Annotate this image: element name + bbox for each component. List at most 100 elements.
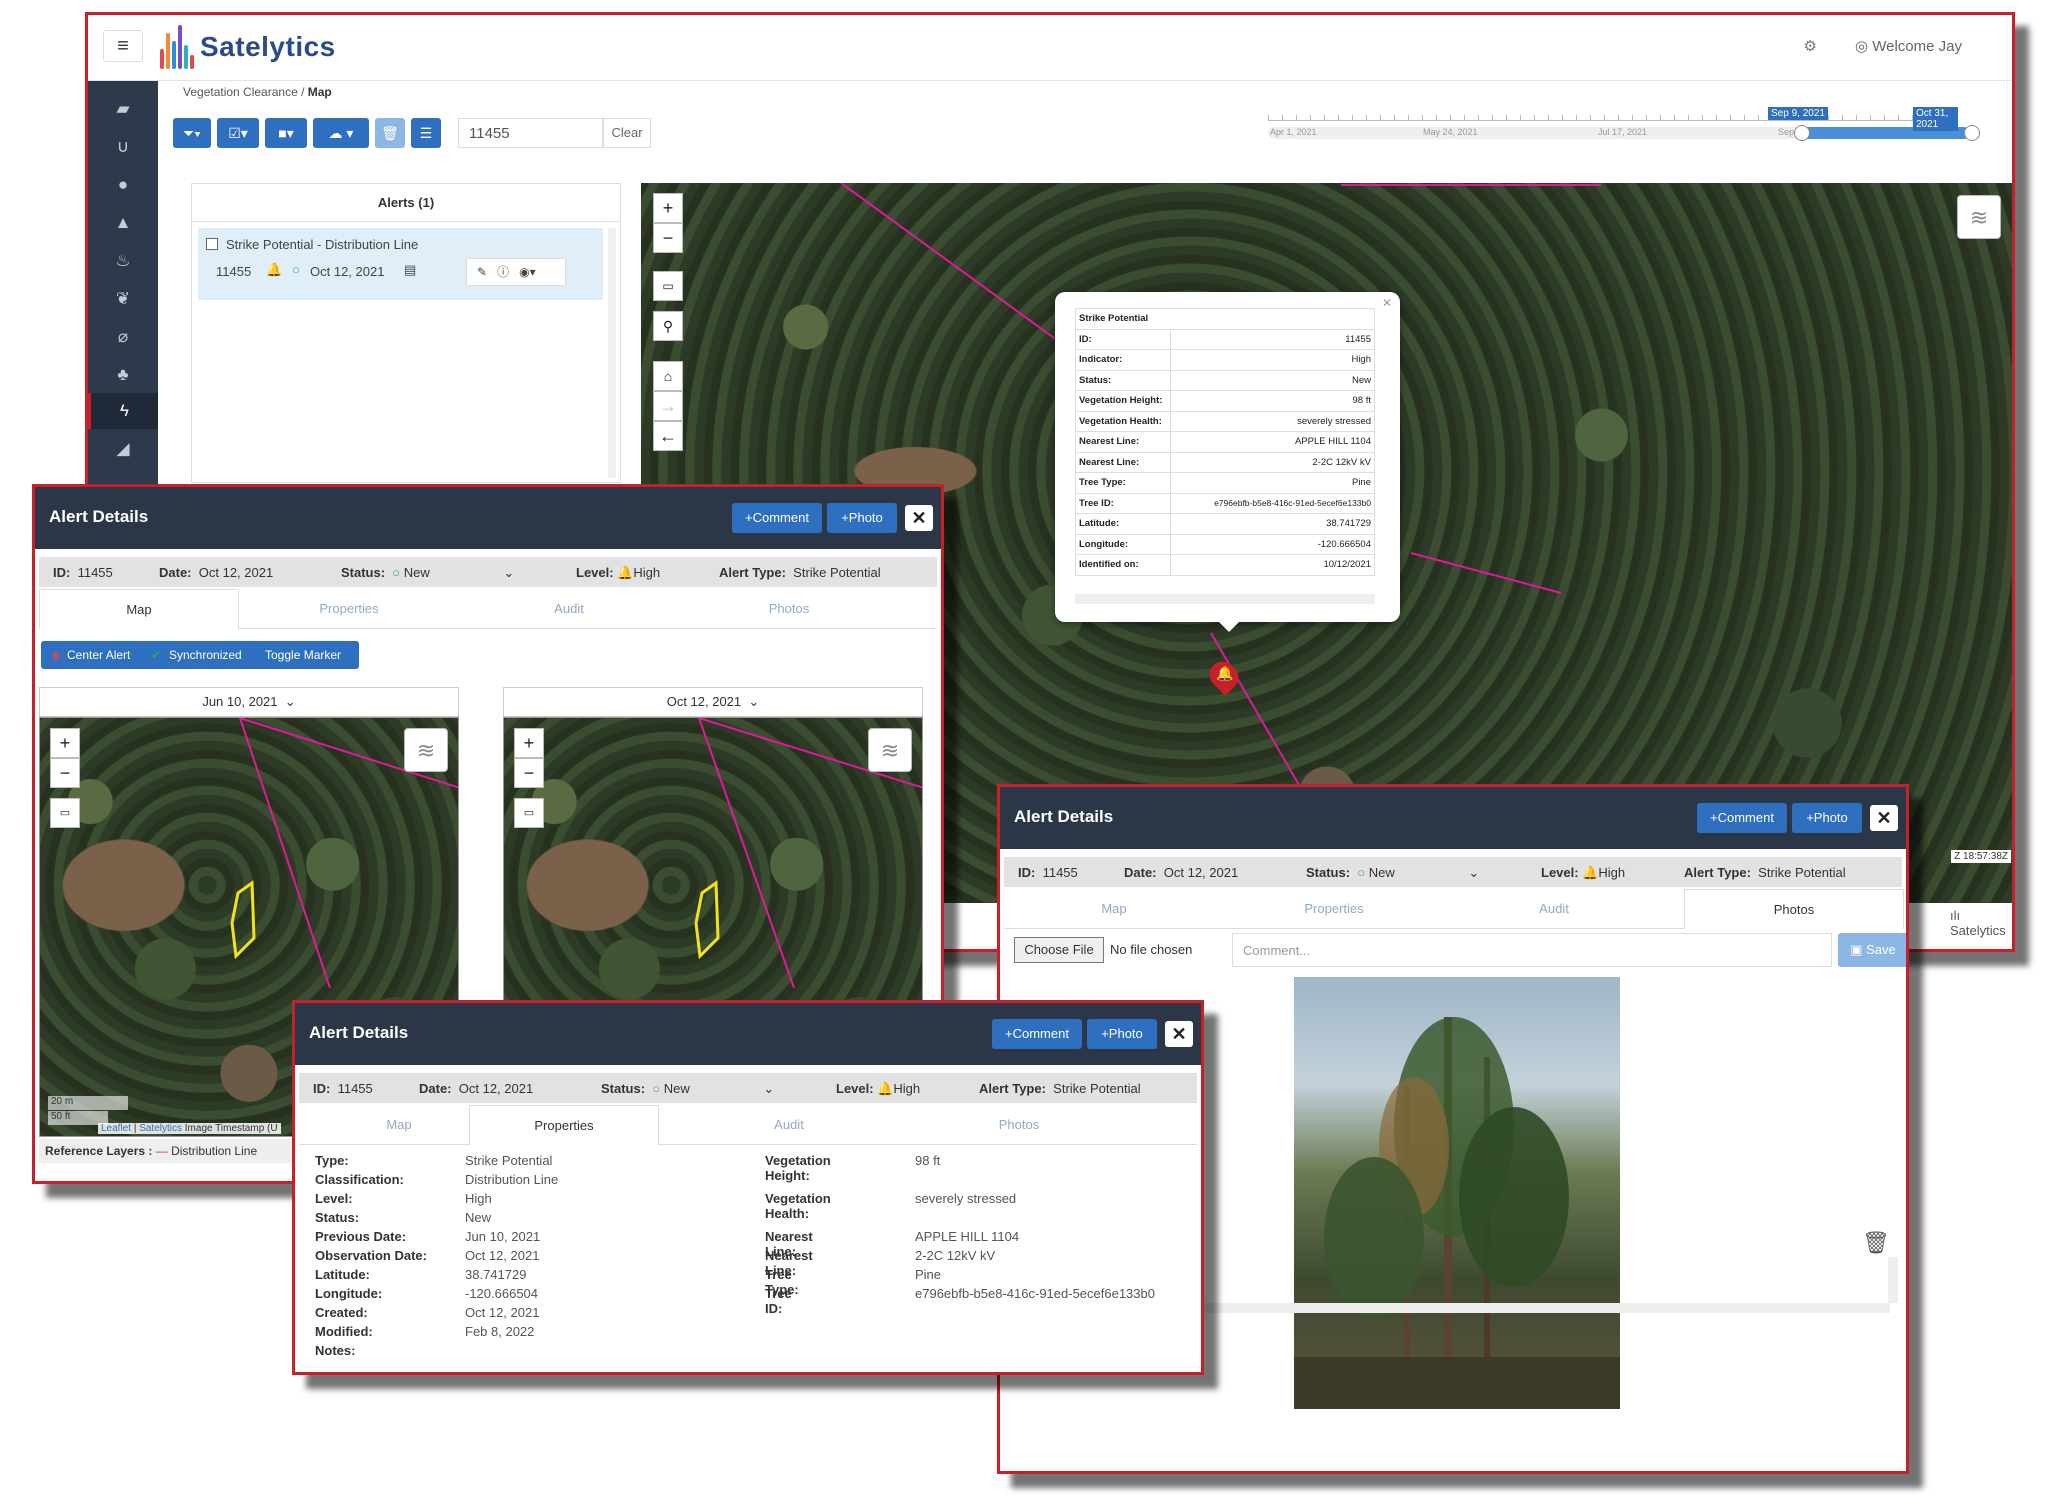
layers-icon[interactable]: ≋ bbox=[868, 728, 912, 772]
id-value: 11455 bbox=[337, 1081, 373, 1096]
tab-properties[interactable]: Properties bbox=[239, 589, 459, 629]
cloud-upload-button[interactable]: ☁ ▾ bbox=[313, 118, 369, 148]
tab-properties[interactable]: Properties bbox=[1224, 889, 1444, 929]
choose-file-button[interactable]: Choose File bbox=[1014, 937, 1104, 963]
alert-list-item[interactable]: Strike Potential - Distribution Line 114… bbox=[198, 228, 603, 300]
info-icon[interactable]: ⓘ bbox=[497, 265, 509, 279]
attribution-text[interactable]: Satelytics bbox=[1950, 923, 2006, 938]
toggle-marker-button[interactable]: Toggle Marker bbox=[265, 641, 341, 669]
add-photo-button[interactable]: +Photo bbox=[827, 503, 897, 533]
tab-audit[interactable]: Audit bbox=[459, 589, 679, 629]
tab-photos[interactable]: Photos bbox=[679, 589, 899, 629]
zoom-out-icon[interactable]: − bbox=[653, 223, 683, 253]
zoom-in-icon[interactable]: + bbox=[50, 728, 80, 758]
droplet-icon[interactable]: ● bbox=[88, 167, 158, 203]
home-icon[interactable]: ⌂ bbox=[653, 361, 683, 391]
range-end-handle[interactable] bbox=[1964, 125, 1980, 141]
id-value: 11455 bbox=[1042, 865, 1078, 880]
add-comment-button[interactable]: +Comment bbox=[1697, 803, 1787, 833]
breadcrumb-parent[interactable]: Vegetation Clearance bbox=[183, 85, 298, 99]
prop-value: Jun 10, 2021 bbox=[465, 1229, 541, 1244]
lightning-icon[interactable]: ϟ bbox=[88, 393, 158, 429]
warning-icon[interactable]: ▲ bbox=[88, 205, 158, 241]
fire-icon[interactable]: ♨ bbox=[88, 243, 158, 279]
measure-ruler-icon[interactable]: ▭ bbox=[50, 798, 80, 828]
zoom-in-icon[interactable]: + bbox=[653, 193, 683, 223]
magnet-icon[interactable]: ∪ bbox=[88, 129, 158, 165]
satelytics-link[interactable]: Satelytics bbox=[139, 1123, 182, 1134]
folder-icon[interactable]: ▰ bbox=[88, 91, 158, 127]
timeline-tick-label: Apr 1, 2021 bbox=[1270, 127, 1317, 137]
range-start-handle[interactable] bbox=[1794, 125, 1810, 141]
close-dialog-button[interactable]: ✕ bbox=[1165, 1021, 1193, 1047]
close-dialog-button[interactable]: ✕ bbox=[905, 505, 933, 531]
left-date-select[interactable]: Jun 10, 2021 ⌄ bbox=[39, 687, 459, 717]
alerts-scrollbar[interactable] bbox=[608, 228, 616, 478]
chevron-down-icon[interactable]: ⌄ bbox=[503, 565, 514, 580]
hamburger-menu-icon[interactable]: ≡ bbox=[103, 30, 143, 62]
close-dialog-button[interactable]: ✕ bbox=[1870, 805, 1898, 831]
tab-audit[interactable]: Audit bbox=[679, 1105, 899, 1145]
popup-close-icon[interactable]: ✕ bbox=[1382, 296, 1392, 310]
reference-layers-label: Reference Layers : bbox=[45, 1144, 153, 1158]
leaf-icon[interactable]: ❦ bbox=[88, 281, 158, 317]
back-arrow-icon[interactable]: ← bbox=[653, 421, 683, 451]
filter-button[interactable]: ⏷▾ bbox=[173, 118, 211, 148]
check-filter-button[interactable]: ☑▾ bbox=[217, 118, 259, 148]
thermometer-icon[interactable]: ⌀ bbox=[88, 319, 158, 355]
add-comment-button[interactable]: +Comment bbox=[992, 1019, 1082, 1049]
tab-audit[interactable]: Audit bbox=[1444, 889, 1664, 929]
tree-photo[interactable] bbox=[1294, 977, 1620, 1409]
chevron-down-icon[interactable]: ⌄ bbox=[1468, 865, 1479, 880]
measure-ruler-icon[interactable]: ▭ bbox=[514, 798, 544, 828]
date-label: Date: bbox=[1124, 865, 1157, 880]
alert-search-input[interactable]: 11455 bbox=[458, 118, 603, 148]
popup-key: Tree Type: bbox=[1075, 472, 1171, 494]
clear-search-button[interactable]: Clear bbox=[603, 118, 651, 148]
photos-vertical-scrollbar[interactable] bbox=[1888, 1257, 1898, 1303]
status-select[interactable]: New bbox=[404, 565, 430, 580]
tab-photos[interactable]: Photos bbox=[1684, 889, 1904, 929]
eye-toggle-icon[interactable]: ◉▾ bbox=[519, 265, 536, 279]
image-file-icon[interactable]: ▤ bbox=[404, 262, 416, 278]
add-photo-button[interactable]: +Photo bbox=[1087, 1019, 1157, 1049]
tab-map[interactable]: Map bbox=[1004, 889, 1224, 929]
user-welcome[interactable]: ◎ Welcome Jay bbox=[1855, 37, 1962, 55]
locate-pin-icon[interactable]: ⚲ bbox=[653, 311, 683, 341]
measure-ruler-icon[interactable]: ▭ bbox=[653, 271, 683, 301]
legend-distribution-line[interactable]: Distribution Line bbox=[171, 1144, 257, 1158]
status-select[interactable]: New bbox=[1369, 865, 1395, 880]
edit-pencil-icon[interactable]: ✎ bbox=[477, 265, 487, 279]
video-button[interactable]: ■▾ bbox=[265, 118, 307, 148]
alert-checkbox[interactable] bbox=[206, 238, 218, 250]
trash-icon[interactable]: 🗑 bbox=[1862, 1230, 1890, 1256]
zoom-out-icon[interactable]: − bbox=[514, 758, 544, 788]
date-range-slider[interactable]: Apr 1, 2021 May 24, 2021 Jul 17, 2021 Se… bbox=[1268, 107, 1980, 157]
forward-arrow-icon[interactable]: → bbox=[653, 391, 683, 421]
save-photo-button[interactable]: ▣ Save bbox=[1838, 933, 1906, 967]
left-date-value: Jun 10, 2021 bbox=[202, 694, 278, 709]
list-view-button[interactable]: ☰ bbox=[411, 118, 441, 148]
dialog-header: Alert Details +Comment +Photo ✕ bbox=[35, 487, 941, 549]
center-alert-button[interactable]: Center Alert bbox=[67, 641, 130, 669]
zoom-out-icon[interactable]: − bbox=[50, 758, 80, 788]
tree-icon[interactable]: ♣ bbox=[88, 357, 158, 393]
tab-properties[interactable]: Properties bbox=[469, 1105, 659, 1145]
chevron-down-icon[interactable]: ⌄ bbox=[763, 1081, 774, 1096]
popup-scrollbar[interactable] bbox=[1075, 594, 1375, 604]
tab-map[interactable]: Map bbox=[39, 589, 239, 629]
delete-button[interactable]: 🗑 bbox=[375, 118, 405, 148]
layers-icon[interactable]: ≋ bbox=[404, 728, 448, 772]
photo-comment-input[interactable]: Comment... bbox=[1232, 933, 1832, 967]
status-select[interactable]: New bbox=[664, 1081, 690, 1096]
tab-photos[interactable]: Photos bbox=[899, 1105, 1139, 1145]
layers-icon[interactable]: ≋ bbox=[1957, 195, 2001, 239]
right-date-select[interactable]: Oct 12, 2021 ⌄ bbox=[503, 687, 923, 717]
zoom-in-icon[interactable]: + bbox=[514, 728, 544, 758]
area-chart-icon[interactable]: ◢ bbox=[88, 431, 158, 467]
add-photo-button[interactable]: +Photo bbox=[1792, 803, 1862, 833]
synchronized-toggle[interactable]: Synchronized bbox=[169, 641, 242, 669]
settings-cogs-icon[interactable]: ⚙ bbox=[1804, 37, 1817, 55]
leaflet-link[interactable]: Leaflet bbox=[101, 1123, 131, 1134]
add-comment-button[interactable]: +Comment bbox=[732, 503, 822, 533]
